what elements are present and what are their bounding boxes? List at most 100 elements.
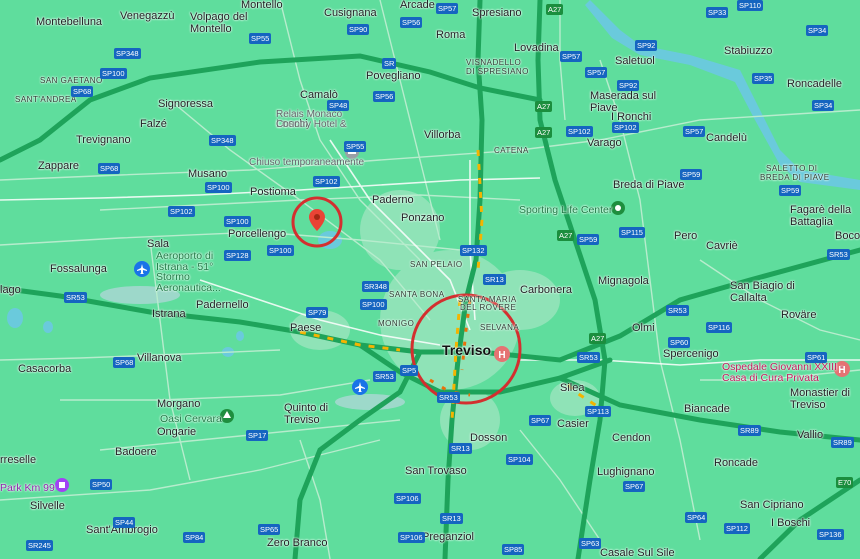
svg-text:H: H bbox=[498, 350, 505, 361]
road-shield: SP35 bbox=[752, 73, 775, 84]
place-label[interactable]: Istrana bbox=[152, 309, 186, 320]
amusement-icon[interactable] bbox=[55, 478, 69, 492]
place-label[interactable]: Treviso bbox=[442, 343, 491, 357]
place-label[interactable]: rreselle bbox=[0, 455, 36, 466]
place-label[interactable]: Cendon bbox=[612, 433, 651, 444]
place-label[interactable]: Vallio bbox=[797, 430, 823, 441]
road-shield: SP55 bbox=[344, 141, 367, 152]
place-label[interactable]: Montello bbox=[241, 0, 283, 11]
place-label[interactable]: Volpago del Montello bbox=[190, 11, 260, 35]
place-label[interactable]: Signoressa bbox=[158, 99, 213, 110]
sport-icon[interactable] bbox=[611, 201, 625, 215]
place-label[interactable]: Povegliano bbox=[366, 71, 420, 82]
place-label[interactable]: Stabiuzzo bbox=[724, 46, 772, 57]
place-label[interactable]: Villanova bbox=[137, 353, 181, 364]
locality-label: SALETTO DI bbox=[766, 164, 818, 173]
place-label[interactable]: Ospedale Giovanni XXIII - Casa di Cura P… bbox=[722, 362, 857, 383]
place-label[interactable]: Casier bbox=[557, 419, 589, 430]
place-label[interactable]: Fagarè della Battaglia bbox=[790, 204, 860, 228]
place-label[interactable]: Paderno bbox=[372, 195, 414, 206]
place-label[interactable]: Zappare bbox=[38, 161, 79, 172]
place-label[interactable]: Preganziol bbox=[422, 532, 474, 543]
place-label[interactable]: San Trovaso bbox=[405, 466, 467, 477]
place-label[interactable]: Casacorba bbox=[18, 364, 71, 375]
place-label[interactable]: Ponzano bbox=[401, 213, 444, 224]
road-shield: SP84 bbox=[183, 532, 206, 543]
place-label[interactable]: Candelù bbox=[706, 133, 747, 144]
place-label[interactable]: Venegazzù bbox=[120, 11, 174, 22]
road-shield: SR89 bbox=[738, 425, 761, 436]
airport-icon[interactable] bbox=[134, 261, 150, 277]
park-icon[interactable] bbox=[220, 409, 234, 423]
place-label[interactable]: Arcade bbox=[400, 0, 435, 11]
place-label[interactable]: Silea bbox=[560, 383, 584, 394]
road-shield: SP57 bbox=[436, 3, 459, 14]
place-label[interactable]: Lovadina bbox=[514, 43, 559, 54]
map-canvas[interactable]: H H Montebelluna Venegazzù Volpago del Mon… bbox=[0, 0, 860, 559]
road-shield: SP56 bbox=[400, 17, 423, 28]
road-shield: SP113 bbox=[585, 406, 611, 417]
road-shield: A27 bbox=[535, 127, 553, 138]
place-label[interactable]: Roväre bbox=[781, 310, 816, 321]
place-label[interactable]: Zero Branco bbox=[267, 538, 328, 549]
place-label[interactable]: Sala bbox=[147, 239, 169, 250]
place-label[interactable]: Postioma bbox=[250, 187, 296, 198]
place-label[interactable]: Quinto di Treviso bbox=[284, 402, 354, 426]
place-label[interactable]: I Boschi bbox=[771, 518, 810, 529]
place-label[interactable]: Villorba bbox=[424, 130, 461, 141]
road-shield: SP100 bbox=[224, 216, 251, 227]
place-label[interactable]: Padernello bbox=[196, 300, 249, 311]
road-shield: SP102 bbox=[313, 176, 340, 187]
place-label[interactable]: Casale Sul Sile bbox=[600, 548, 675, 559]
place-label[interactable]: Roncadelle bbox=[787, 79, 842, 90]
place-label[interactable]: Cavriè bbox=[706, 241, 738, 252]
place-label[interactable]: Montebelluna bbox=[36, 17, 102, 28]
hospital-icon[interactable]: H bbox=[494, 346, 510, 362]
place-label[interactable]: San Cipriano bbox=[740, 500, 804, 511]
place-label[interactable]: Biancade bbox=[684, 404, 730, 415]
place-label[interactable]: Mignagola bbox=[598, 276, 649, 287]
place-label[interactable]: Paese bbox=[290, 323, 321, 334]
place-label[interactable]: lago bbox=[0, 285, 21, 296]
place-label[interactable]: Pero bbox=[674, 231, 697, 242]
place-label[interactable]: Saletuol bbox=[615, 56, 655, 67]
place-label[interactable]: San Biagio di Callalta bbox=[730, 280, 800, 304]
road-shield: SR53 bbox=[666, 305, 689, 316]
airport-icon-2[interactable] bbox=[352, 379, 368, 395]
place-label[interactable]: Boco bbox=[835, 231, 860, 242]
place-label[interactable]: Carbonera bbox=[520, 285, 572, 296]
place-label[interactable]: Silvelle bbox=[30, 501, 65, 512]
place-label[interactable]: Monastier di Treviso bbox=[790, 387, 860, 411]
place-label[interactable]: Breda di Piave bbox=[613, 180, 685, 191]
place-label[interactable]: Dosson bbox=[470, 433, 507, 444]
place-label[interactable]: Ongarie bbox=[157, 427, 196, 438]
place-label[interactable]: Cusignana bbox=[324, 8, 377, 19]
place-label[interactable]: Trevignano bbox=[76, 135, 131, 146]
place-label[interactable]: Relais Monaco Country Hotel & bbox=[276, 110, 366, 130]
place-label[interactable]: Sporting Life Center bbox=[519, 205, 612, 216]
place-label[interactable]: Badoere bbox=[115, 447, 157, 458]
road-shield: SP34 bbox=[806, 25, 829, 36]
place-label[interactable]: Falzé bbox=[140, 119, 167, 130]
place-label[interactable]: Park Km 99 bbox=[0, 483, 55, 494]
road-shield: SR53 bbox=[827, 249, 850, 260]
place-label[interactable]: Lughignano bbox=[597, 467, 655, 478]
place-label[interactable]: Spresiano bbox=[472, 8, 522, 19]
place-label[interactable]: Porcellengo bbox=[228, 229, 286, 240]
place-label[interactable]: Roncade bbox=[714, 458, 758, 469]
road-shield: SP33 bbox=[706, 7, 729, 18]
place-label[interactable]: Chiuso temporaneamente bbox=[249, 158, 364, 168]
road-shield: SR53 bbox=[437, 392, 460, 403]
highway-label: A27 bbox=[535, 101, 553, 112]
place-label[interactable]: Oasi Cervara bbox=[160, 414, 222, 425]
place-label[interactable]: Roma bbox=[436, 30, 465, 41]
place-label[interactable]: Fossalunga bbox=[50, 264, 107, 275]
road-shield: SP102 bbox=[566, 126, 593, 137]
road-shield: SP92 bbox=[635, 40, 658, 51]
place-label[interactable]: Olmi bbox=[632, 323, 655, 334]
location-pin-icon[interactable] bbox=[309, 209, 325, 231]
place-label[interactable]: Spercenigo bbox=[663, 349, 719, 360]
place-label[interactable]: Morgano bbox=[157, 399, 200, 410]
place-label[interactable]: Musano bbox=[188, 169, 227, 180]
place-label[interactable]: Varago bbox=[587, 138, 622, 149]
